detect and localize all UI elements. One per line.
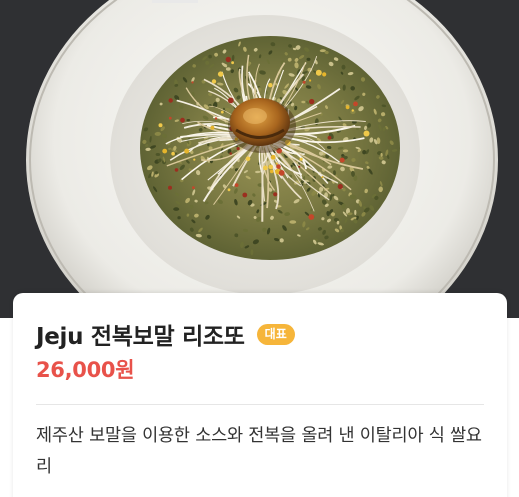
divider: [36, 404, 484, 405]
dish-price: 26,000원: [36, 358, 135, 382]
title-row: Jeju 전복보말 리조또 대표: [36, 316, 295, 352]
menu-info-card: Jeju 전복보말 리조또 대표 26,000원 제주산 보말을 이용한 소스와…: [13, 293, 507, 497]
menu-item-page: Jeju 전복보말 리조또 대표 26,000원 제주산 보말을 이용한 소스와…: [0, 0, 519, 497]
photo-top-indicator: [152, 0, 198, 3]
dish-description: 제주산 보말을 이용한 소스와 전복을 올려 낸 이탈리아 식 쌀요리: [36, 426, 482, 477]
dish-name: Jeju 전복보말 리조또: [36, 324, 245, 350]
signature-badge: 대표: [256, 323, 295, 345]
dish-photo: [0, 0, 519, 318]
